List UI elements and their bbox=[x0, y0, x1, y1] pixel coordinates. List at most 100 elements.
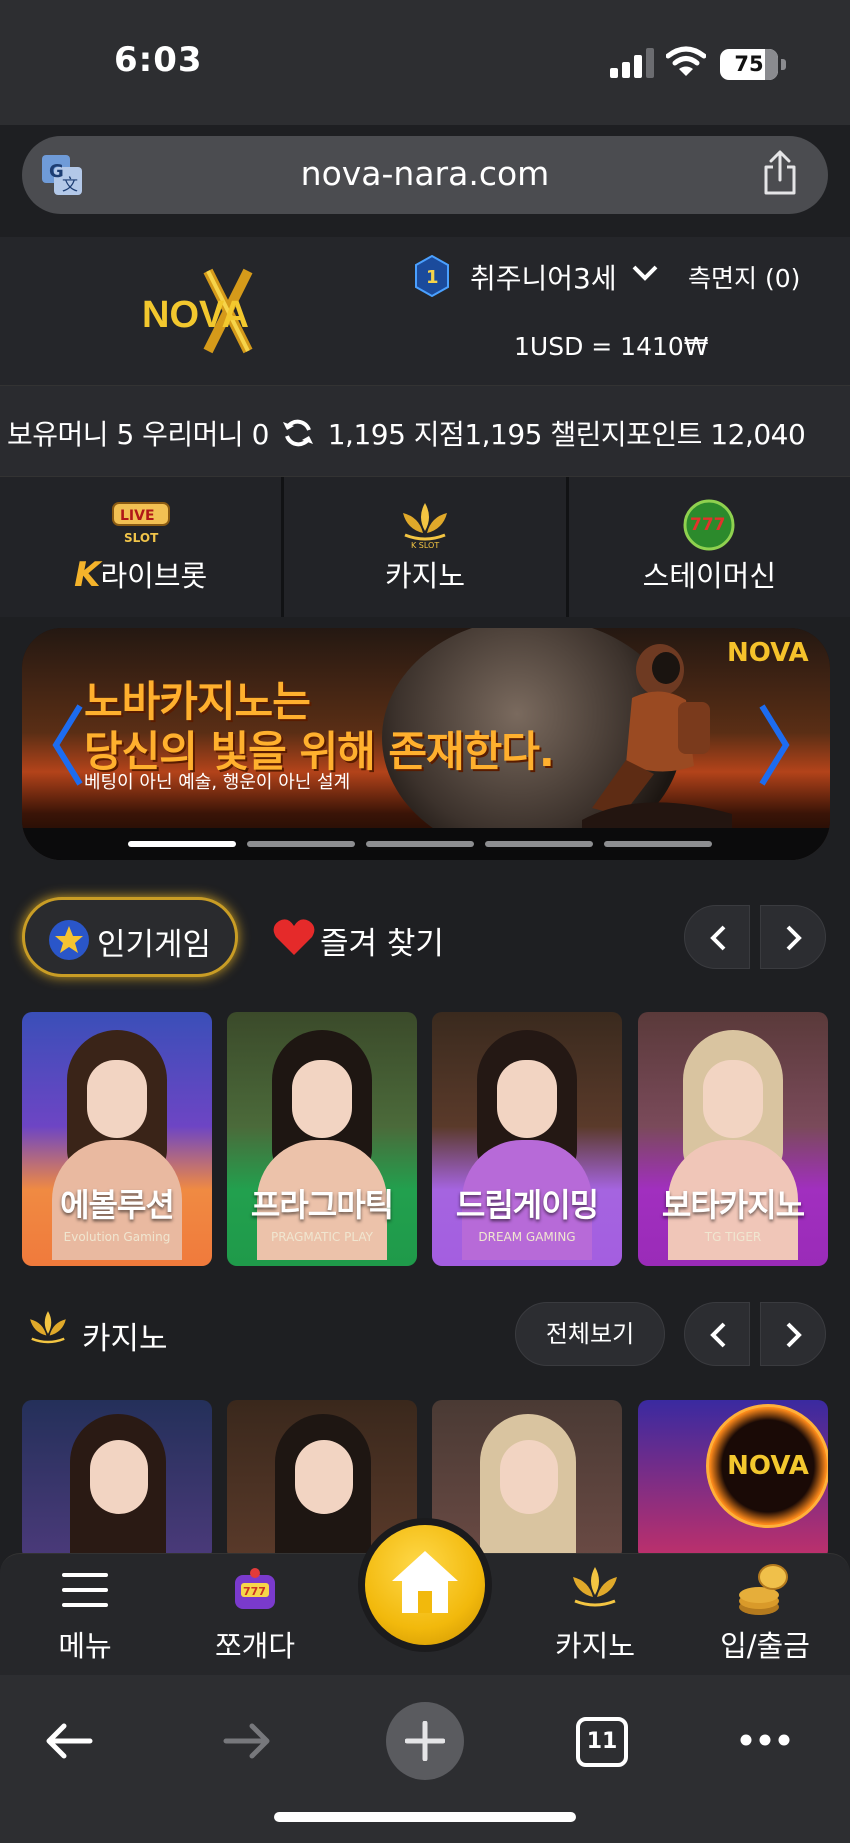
more-icon[interactable] bbox=[740, 1733, 790, 1747]
star-icon bbox=[49, 920, 89, 960]
share-icon[interactable] bbox=[760, 150, 800, 196]
back-arrow-icon[interactable] bbox=[44, 1721, 94, 1761]
heart-icon bbox=[273, 919, 315, 955]
banner-logo: NOVA bbox=[727, 638, 809, 668]
tab-label: 인기게임 bbox=[97, 927, 212, 963]
nav-deposit-withdraw[interactable]: 입/출금 bbox=[705, 1553, 825, 1675]
tab-popular-games[interactable]: 인기게임 bbox=[22, 897, 238, 977]
k-slot-lotus-icon: K SLOT bbox=[402, 503, 447, 550]
live-slot-icon: LIVE SLOT bbox=[111, 502, 170, 545]
notes-link[interactable]: 측면지 (0) bbox=[688, 259, 800, 295]
casino-game-card[interactable]: NOVA bbox=[638, 1400, 828, 1560]
category-casino[interactable]: K SLOT 카지노 bbox=[284, 477, 569, 617]
game-brand: TG TIGER bbox=[704, 1230, 762, 1244]
status-bar: 6:03 75 G 文 nova-nara.com bbox=[0, 0, 850, 214]
game-card-bota-casino[interactable]: 보타카지노 TG TIGER bbox=[638, 1012, 828, 1266]
chevron-right-icon bbox=[786, 1322, 802, 1348]
casino-next-button[interactable] bbox=[760, 1302, 826, 1366]
casino-prev-button[interactable] bbox=[684, 1302, 750, 1366]
slide-indicator[interactable] bbox=[485, 841, 593, 847]
svg-text:NOVA: NOVA bbox=[142, 294, 249, 336]
slide-indicator[interactable] bbox=[604, 841, 712, 847]
level-badge-icon: 1 bbox=[415, 255, 449, 297]
casino-section-header: 카지노 bbox=[22, 1305, 168, 1357]
new-tab-button[interactable] bbox=[386, 1702, 464, 1780]
svg-text:SLOT: SLOT bbox=[124, 531, 159, 545]
game-card-evolution[interactable]: 에볼루션 Evolution Gaming bbox=[22, 1012, 212, 1266]
nova-floating-badge[interactable]: NOVA bbox=[706, 1404, 828, 1528]
category-slot-machine[interactable]: 777 스테이머신 bbox=[568, 477, 850, 617]
nav-split[interactable]: 777 쪼개다 bbox=[200, 1553, 310, 1675]
menu-icon bbox=[62, 1573, 108, 1607]
exchange-rate: 1USD = 1410₩ bbox=[514, 332, 709, 361]
popular-prev-button[interactable] bbox=[684, 905, 750, 969]
category-label: 카지노 bbox=[384, 559, 466, 593]
home-indicator bbox=[274, 1812, 576, 1822]
promo-banner[interactable]: 노바카지노는 당신의 빛을 위해 존재한다. 베팅이 아닌 예술, 행운이 아닌… bbox=[22, 628, 830, 860]
nav-home[interactable] bbox=[358, 1518, 492, 1652]
popular-next-button[interactable] bbox=[760, 905, 826, 969]
game-brand: DREAM GAMING bbox=[478, 1230, 576, 1244]
forward-arrow-icon[interactable] bbox=[222, 1721, 272, 1761]
game-name: 에볼루션 bbox=[60, 1186, 175, 1224]
url-text[interactable]: nova-nara.com bbox=[22, 154, 828, 193]
section-title: 카지노 bbox=[82, 1321, 168, 1357]
balance-points: 1,195 지점1,195 챌린지포인트 12,040 bbox=[327, 418, 806, 451]
svg-text:K SLOT: K SLOT bbox=[411, 541, 439, 550]
nova-logo[interactable]: NOVA bbox=[138, 261, 318, 361]
chevron-down-icon[interactable] bbox=[630, 263, 660, 283]
plus-icon bbox=[405, 1721, 445, 1761]
slide-indicator[interactable] bbox=[247, 841, 355, 847]
777-slots-icon: 777 bbox=[683, 499, 735, 551]
casino-game-card[interactable] bbox=[22, 1400, 212, 1560]
banner-next-arrow[interactable] bbox=[754, 700, 794, 790]
k-slot-lotus-icon bbox=[573, 1567, 617, 1607]
tabs-button[interactable]: 11 bbox=[576, 1717, 628, 1767]
category-live-slot[interactable]: LIVE SLOT K라이브롯 bbox=[0, 477, 285, 617]
banner-subtitle: 베팅이 아닌 예술, 행운이 아닌 설계 bbox=[84, 772, 351, 793]
game-card-dream-gaming[interactable]: 드림게이밍 DREAM GAMING bbox=[432, 1012, 622, 1266]
chevron-left-icon bbox=[710, 925, 726, 951]
username[interactable]: 취주니어3세 bbox=[470, 257, 617, 297]
signal-icon bbox=[610, 48, 654, 78]
game-name: 드림게이밍 bbox=[455, 1186, 599, 1224]
nav-menu[interactable]: 메뉴 bbox=[35, 1553, 135, 1675]
nav-casino[interactable]: 카지노 bbox=[545, 1553, 645, 1675]
status-time: 6:03 bbox=[114, 40, 203, 80]
k-slot-lotus-icon bbox=[30, 1311, 66, 1344]
category-label: 스테이머신 bbox=[642, 559, 777, 593]
slot-machine-icon: 777 bbox=[235, 1568, 275, 1609]
svg-text:LIVE: LIVE bbox=[120, 508, 155, 524]
wifi-icon bbox=[666, 46, 706, 76]
home-icon bbox=[392, 1551, 458, 1613]
nav-label: 카지노 bbox=[554, 1629, 636, 1663]
game-brand: PRAGMATIC PLAY bbox=[271, 1230, 373, 1244]
balance-money: 보유머니 5 우리머니 0 bbox=[7, 418, 269, 451]
tab-label: 즐겨 찾기 bbox=[320, 926, 444, 962]
nav-label: 메뉴 bbox=[58, 1629, 112, 1663]
astronaut-image bbox=[582, 644, 732, 828]
nav-label: 입/출금 bbox=[720, 1629, 810, 1663]
chevron-right-icon bbox=[786, 925, 802, 951]
nav-label: 쪼개다 bbox=[214, 1629, 296, 1663]
svg-text:777: 777 bbox=[690, 515, 726, 535]
svg-text:777: 777 bbox=[243, 1585, 266, 1598]
slide-indicator[interactable] bbox=[366, 841, 474, 847]
game-name: 보타카지노 bbox=[661, 1186, 805, 1224]
category-label: 라이브롯 bbox=[100, 559, 208, 593]
game-name: 프라그마틱 bbox=[250, 1186, 394, 1224]
balance-bar: 보유머니 5 우리머니 0 1,195 지점1,195 챌린지포인트 12,04… bbox=[0, 385, 850, 477]
address-bar[interactable]: G 文 nova-nara.com bbox=[22, 136, 828, 214]
chevron-left-icon bbox=[710, 1322, 726, 1348]
k-prefix: K bbox=[74, 555, 101, 595]
banner-prev-arrow[interactable] bbox=[48, 700, 88, 790]
svg-text:1: 1 bbox=[426, 267, 439, 288]
coins-icon bbox=[739, 1564, 788, 1615]
view-all-button[interactable]: 전체보기 bbox=[515, 1302, 665, 1366]
game-brand: Evolution Gaming bbox=[63, 1230, 171, 1244]
battery-icon: 75 bbox=[720, 49, 778, 80]
game-card-pragmatic[interactable]: 프라그마틱 PRAGMATIC PLAY bbox=[227, 1012, 417, 1266]
slide-indicator-active[interactable] bbox=[128, 841, 236, 847]
refresh-icon[interactable] bbox=[281, 416, 315, 450]
site-header: NOVA 1 취주니어3세 측면지 (0) 1USD = 1410₩ bbox=[0, 237, 850, 385]
